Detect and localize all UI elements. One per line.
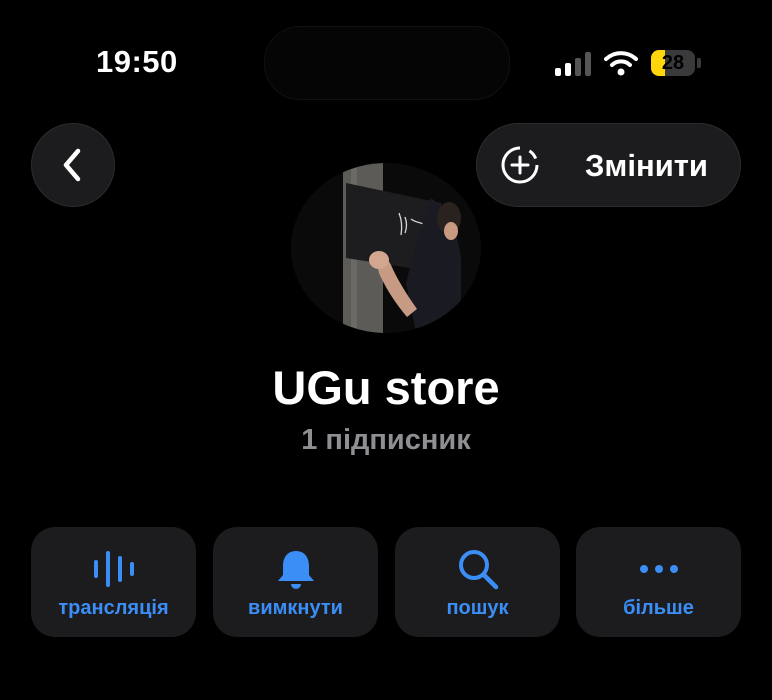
bell-icon — [277, 551, 314, 589]
channel-avatar[interactable] — [291, 163, 481, 333]
edit-button[interactable]: Змінити — [476, 123, 741, 207]
dynamic-island — [264, 26, 510, 100]
cellular-signal-icon — [555, 52, 591, 76]
battery-icon: 28 — [651, 50, 695, 76]
avatar-image — [291, 163, 481, 333]
chevron-left-icon — [63, 148, 81, 182]
channel-profile-screen: 19:50 28 Змінити UGu store 1 підписник т… — [0, 0, 772, 700]
waveform-icon — [93, 551, 134, 587]
search-button-label: пошук — [446, 597, 509, 619]
broadcast-button[interactable]: трансляція — [31, 527, 196, 637]
mute-button[interactable]: вимкнути — [213, 527, 378, 637]
battery-tip — [697, 58, 701, 68]
more-button[interactable]: більше — [576, 527, 741, 637]
back-button[interactable] — [31, 123, 115, 207]
broadcast-button-label: трансляція — [58, 597, 169, 619]
mute-button-label: вимкнути — [248, 597, 343, 619]
subscriber-count: 1 підписник — [301, 424, 471, 456]
search-icon — [458, 550, 498, 590]
edit-button-label: Змінити — [585, 148, 708, 183]
more-icon — [639, 565, 678, 573]
add-circle-icon — [501, 146, 539, 184]
battery-level: 28 — [661, 52, 685, 74]
more-button-label: більше — [623, 597, 694, 619]
status-time: 19:50 — [96, 44, 178, 79]
channel-name: UGu store — [272, 361, 500, 414]
wifi-icon — [604, 51, 638, 76]
search-button[interactable]: пошук — [395, 527, 560, 637]
